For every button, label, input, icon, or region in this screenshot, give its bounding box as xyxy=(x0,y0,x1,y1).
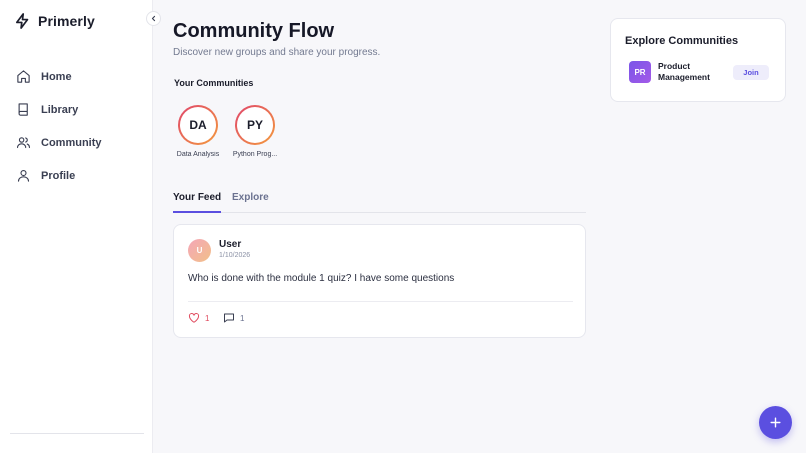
sidebar-item-home[interactable]: Home xyxy=(16,60,102,93)
community-name: Data Analysis xyxy=(176,151,220,158)
post-date: 1/10/2026 xyxy=(219,252,251,259)
community-python-programming[interactable]: PY Python Prog... xyxy=(233,105,277,158)
feed-post: U User 1/10/2026 Who is done with the mo… xyxy=(173,224,586,338)
avatar[interactable]: U xyxy=(188,239,211,262)
page-subtitle: Discover new groups and share your progr… xyxy=(173,47,381,58)
brand-name: Primerly xyxy=(38,13,95,29)
user-icon xyxy=(17,169,30,182)
sidebar-nav: Home Library Community Profile xyxy=(16,60,102,192)
community-initials: DA xyxy=(180,107,216,143)
post-body: Who is done with the module 1 quiz? I ha… xyxy=(188,273,455,284)
tab-explore[interactable]: Explore xyxy=(232,192,269,213)
sidebar-item-label: Profile xyxy=(41,169,76,182)
community-data-analysis[interactable]: DA Data Analysis xyxy=(177,105,219,158)
post-author[interactable]: User xyxy=(219,239,241,250)
collapse-sidebar-button[interactable] xyxy=(146,11,161,26)
create-post-button[interactable] xyxy=(759,406,792,439)
brand-logo[interactable]: Primerly xyxy=(14,12,95,30)
your-communities-list: DA Data Analysis PY Python Prog... xyxy=(177,105,277,158)
sidebar-item-label: Community xyxy=(41,136,102,149)
sidebar: Primerly Home Library Community Profile xyxy=(0,0,153,453)
sidebar-item-community[interactable]: Community xyxy=(16,126,102,159)
comment-count: 1 xyxy=(240,313,245,323)
home-icon xyxy=(17,70,30,83)
sidebar-item-library[interactable]: Library xyxy=(16,93,102,126)
page-title: Community Flow xyxy=(173,20,335,42)
community-avatar-ring: DA xyxy=(178,105,218,145)
explore-communities-card: Explore Communities PR Product Managemen… xyxy=(610,18,786,102)
like-button[interactable]: 1 xyxy=(188,312,209,324)
feed-tabs: Your Feed Explore xyxy=(173,192,586,213)
plus-icon xyxy=(770,417,781,428)
lightning-icon xyxy=(15,13,29,29)
community-avatar-ring: PY xyxy=(235,105,275,145)
community-initials: PY xyxy=(237,107,273,143)
chevron-left-icon xyxy=(151,15,156,22)
community-badge: PR xyxy=(629,61,651,83)
comment-icon xyxy=(224,313,234,323)
community-name[interactable]: Product Management xyxy=(658,61,728,83)
sidebar-divider xyxy=(10,433,144,434)
sidebar-item-label: Home xyxy=(41,70,72,83)
post-divider xyxy=(188,301,573,302)
comment-button[interactable]: 1 xyxy=(223,312,244,324)
join-button[interactable]: Join xyxy=(733,65,769,80)
heart-icon xyxy=(188,313,200,323)
book-icon xyxy=(18,103,28,116)
tab-your-feed[interactable]: Your Feed xyxy=(173,192,222,213)
like-count: 1 xyxy=(205,313,210,323)
users-icon xyxy=(17,137,30,149)
sidebar-item-label: Library xyxy=(41,103,79,116)
your-communities-title: Your Communities xyxy=(174,78,254,88)
explore-card-title: Explore Communities xyxy=(625,35,739,47)
community-name: Python Prog... xyxy=(232,151,278,158)
sidebar-item-profile[interactable]: Profile xyxy=(16,159,102,192)
